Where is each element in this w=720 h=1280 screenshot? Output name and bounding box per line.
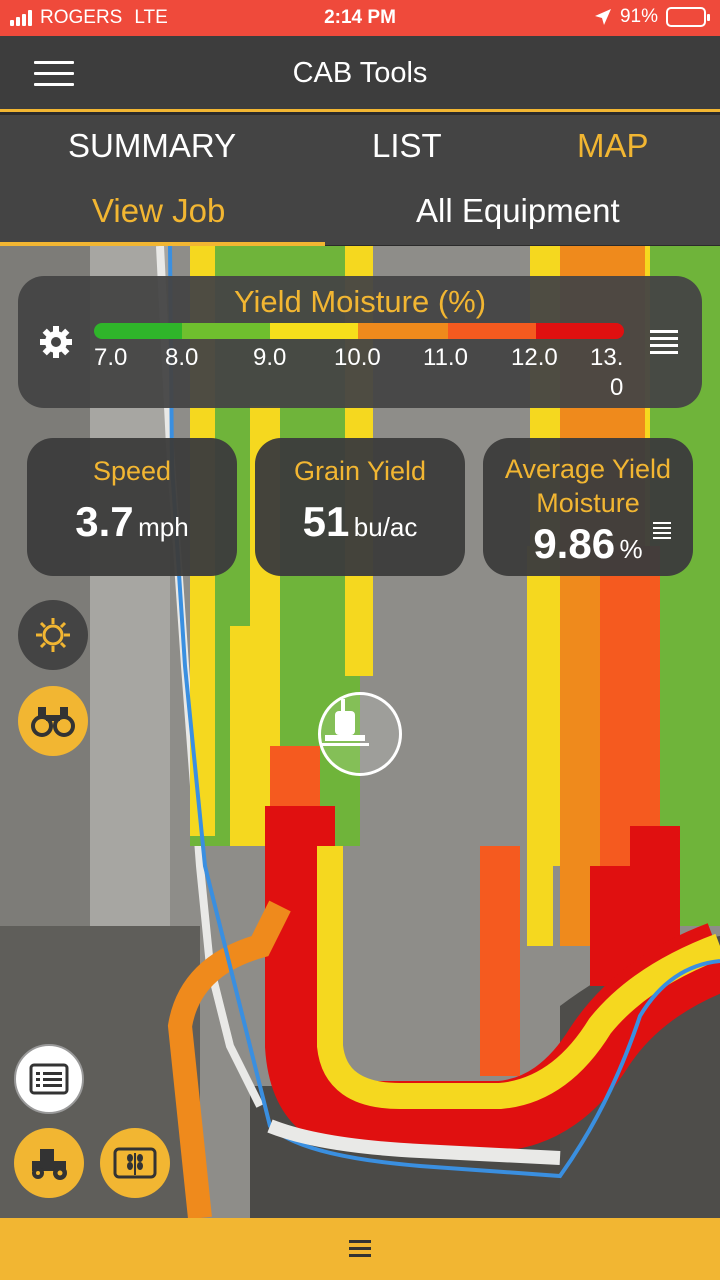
legend-tick: 8.0 — [165, 344, 199, 371]
sun-icon[interactable] — [18, 600, 88, 670]
speed-label: Speed — [92, 456, 172, 486]
app-title: CAB Tools — [292, 57, 428, 89]
legend-tick: 7.0 — [94, 344, 128, 371]
status-right: 91% — [594, 6, 710, 28]
grain-yield-card: Grain Yield 51 bu/ac — [255, 438, 465, 576]
avg-moisture-label: Average Yield Moisture — [504, 454, 672, 518]
grain-yield-label: Grain Yield — [293, 456, 427, 486]
wheat-icon[interactable] — [100, 1128, 170, 1198]
menu-icon[interactable] — [349, 1240, 371, 1261]
tractor-icon[interactable] — [14, 1128, 84, 1198]
combine-marker-icon[interactable] — [318, 692, 402, 776]
avg-moisture-value: 9.86 — [533, 520, 616, 567]
subtab-all-equipment[interactable]: All Equipment — [416, 192, 620, 230]
color-swatch — [358, 323, 448, 339]
legend-tick: 12.0 — [511, 344, 558, 371]
legend-colorbar — [94, 323, 624, 339]
grain-yield-unit: bu/ac — [353, 512, 418, 542]
tab-summary[interactable]: SUMMARY — [68, 127, 236, 165]
avg-moisture-unit: % — [619, 534, 643, 564]
color-swatch — [448, 323, 536, 339]
avg-moisture-card: Average Yield Moisture 9.86 % — [483, 438, 693, 576]
legend-title: Yield Moisture (%) — [233, 284, 487, 319]
notes-icon[interactable] — [14, 1044, 84, 1114]
battery-icon — [666, 7, 710, 27]
legend-tick: 10.0 — [334, 344, 381, 371]
speed-unit: mph — [138, 512, 189, 542]
color-swatch — [182, 323, 270, 339]
legend-tick: 13. — [590, 344, 624, 371]
color-swatch — [94, 323, 182, 339]
tab-map[interactable]: MAP — [577, 127, 649, 165]
binoculars-icon[interactable] — [18, 686, 88, 756]
legend-ticks: 7.0 8.0 9.0 10.0 11.0 12.0 13. 0 — [18, 344, 702, 404]
main-tabs: SUMMARY LIST MAP — [0, 115, 720, 179]
color-swatch — [270, 323, 358, 339]
app-header: CAB Tools — [0, 36, 720, 112]
legend-tick: 11.0 — [423, 344, 468, 371]
legend-tick: 9.0 — [253, 344, 287, 371]
speed-value: 3.7 — [75, 498, 134, 545]
legend-tick: 0 — [610, 374, 624, 401]
sub-tabs: View Job All Equipment — [0, 179, 720, 245]
legend-list-icon[interactable] — [650, 330, 678, 358]
legend-panel: Yield Moisture (%) 7.0 8.0 9.0 10.0 11.0… — [18, 276, 702, 408]
tab-list[interactable]: LIST — [372, 127, 442, 165]
card-list-icon[interactable] — [653, 522, 671, 539]
location-arrow-icon — [594, 9, 611, 25]
subtab-view-job[interactable]: View Job — [92, 192, 225, 230]
status-bar: ROGERS LTE 2:14 PM 91% — [0, 0, 720, 36]
speed-card: Speed 3.7 mph — [27, 438, 237, 576]
color-swatch — [536, 323, 624, 339]
grain-yield-value: 51 — [302, 498, 350, 545]
battery-percent: 91% — [619, 6, 658, 27]
bottom-bar — [0, 1218, 720, 1280]
